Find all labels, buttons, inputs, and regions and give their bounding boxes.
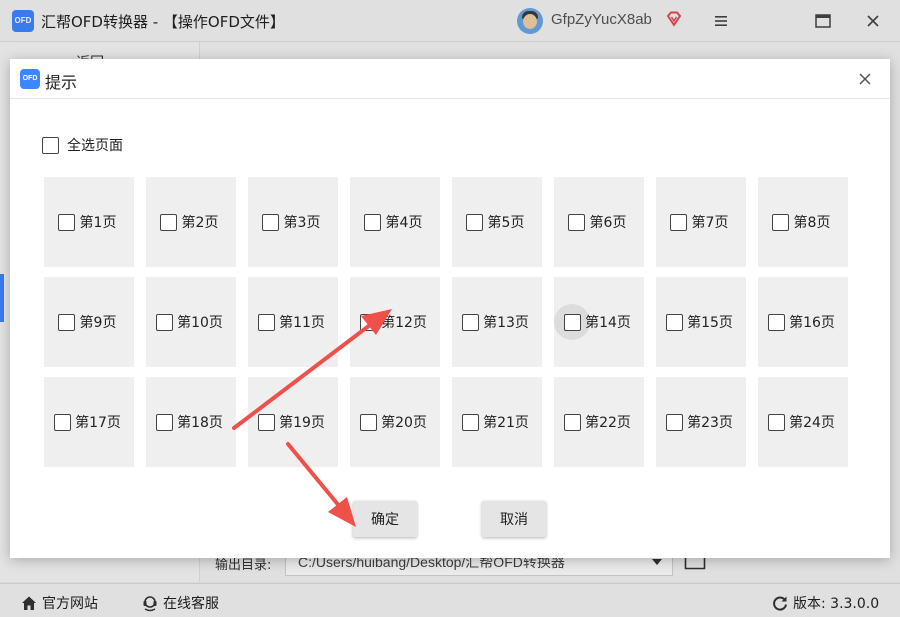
page-checkbox-2[interactable]: 第2页 [146, 177, 236, 267]
page-checkbox-box[interactable] [359, 313, 377, 331]
page-checkbox-box[interactable] [466, 213, 484, 231]
page-checkbox-box[interactable] [58, 213, 76, 231]
page-checkbox-18[interactable]: 第18页 [146, 377, 236, 467]
cancel-button[interactable]: 取消 [482, 501, 546, 537]
page-checkbox-label: 第17页 [75, 415, 121, 431]
page-select-dialog: OFD 提示 全选页面 第1页 第2页 第3页 第4页 第5页 第6页 第7页 第8页 第9页第… [10, 59, 890, 558]
page-checkbox-box[interactable] [364, 213, 382, 231]
page-checkbox-label: 第19页 [279, 415, 325, 431]
page-checkbox-23[interactable]: 第23页 [656, 377, 746, 467]
page-checkbox-11[interactable]: 第11页 [248, 277, 338, 367]
page-checkbox-label: 第10页 [177, 315, 223, 331]
select-all-checkbox[interactable]: 全选页面 [42, 135, 123, 155]
page-checkbox-label: 第2页 [181, 215, 219, 231]
page-checkbox-21[interactable]: 第21页 [452, 377, 542, 467]
page-checkbox-box[interactable] [665, 313, 683, 331]
page-checkbox-label: 第5页 [487, 215, 525, 231]
page-checkbox-13[interactable]: 第13页 [452, 277, 542, 367]
page-checkbox-box[interactable] [767, 413, 785, 431]
page-checkbox-label: 第6页 [589, 215, 627, 231]
page-checkbox-label: 第7页 [691, 215, 729, 231]
page-checkbox-label: 第3页 [283, 215, 321, 231]
page-checkbox-label: 第11页 [279, 315, 325, 331]
page-checkbox-5[interactable]: 第5页 [452, 177, 542, 267]
page-checkbox-9[interactable]: 第9页 [44, 277, 134, 367]
page-checkbox-label: 第4页 [385, 215, 423, 231]
page-checkbox-box[interactable] [767, 313, 785, 331]
page-checkbox-label: 第23页 [687, 415, 733, 431]
dialog-logo: OFD [20, 69, 40, 89]
page-checkbox-12[interactable]: 第12页 [350, 277, 440, 367]
page-checkbox-16[interactable]: 第16页 [758, 277, 848, 367]
page-checkbox-1[interactable]: 第1页 [44, 177, 134, 267]
page-checkbox-22[interactable]: 第22页 [554, 377, 644, 467]
page-checkbox-box[interactable] [359, 413, 377, 431]
page-checkbox-7[interactable]: 第7页 [656, 177, 746, 267]
page-checkbox-box[interactable] [262, 213, 280, 231]
page-checkbox-box[interactable] [772, 213, 790, 231]
page-checkbox-box[interactable] [155, 313, 173, 331]
page-checkbox-14[interactable]: 第14页 [554, 277, 644, 367]
page-checkbox-label: 第20页 [381, 415, 427, 431]
page-checkbox-label: 第8页 [793, 215, 831, 231]
page-checkbox-box[interactable] [670, 213, 688, 231]
page-checkbox-10[interactable]: 第10页 [146, 277, 236, 367]
page-checkbox-box[interactable] [53, 413, 71, 431]
page-checkbox-box[interactable] [58, 313, 76, 331]
page-checkbox-box[interactable] [568, 213, 586, 231]
page-grid: 第1页 第2页 第3页 第4页 第5页 第6页 第7页 第8页 第9页 第10页 第11页 第12页第… [44, 177, 850, 467]
page-checkbox-box[interactable] [461, 313, 479, 331]
page-checkbox-label: 第14页 [585, 315, 631, 331]
page-checkbox-24[interactable]: 第24页 [758, 377, 848, 467]
select-all-box[interactable] [42, 136, 59, 154]
page-checkbox-3[interactable]: 第3页 [248, 177, 338, 267]
page-checkbox-label: 第13页 [483, 315, 529, 331]
page-checkbox-label: 第9页 [79, 315, 117, 331]
page-checkbox-box[interactable] [155, 413, 173, 431]
page-checkbox-label: 第18页 [177, 415, 223, 431]
ok-button[interactable]: 确定 [353, 501, 417, 537]
page-checkbox-box[interactable] [665, 413, 683, 431]
page-checkbox-label: 第1页 [79, 215, 117, 231]
dialog-title: 提示 [45, 73, 78, 92]
page-checkbox-label: 第16页 [789, 315, 835, 331]
page-checkbox-label: 第15页 [687, 315, 733, 331]
select-all-label: 全选页面 [67, 138, 123, 154]
page-checkbox-label: 第22页 [585, 415, 631, 431]
dialog-close-icon[interactable] [856, 70, 874, 88]
page-checkbox-box[interactable] [461, 413, 479, 431]
page-checkbox-8[interactable]: 第8页 [758, 177, 848, 267]
page-checkbox-box[interactable] [563, 313, 581, 331]
page-checkbox-20[interactable]: 第20页 [350, 377, 440, 467]
page-checkbox-box[interactable] [257, 413, 275, 431]
page-checkbox-17[interactable]: 第17页 [44, 377, 134, 467]
page-checkbox-15[interactable]: 第15页 [656, 277, 746, 367]
dialog-header: OFD 提示 [10, 59, 890, 99]
page-checkbox-box[interactable] [257, 313, 275, 331]
page-checkbox-4[interactable]: 第4页 [350, 177, 440, 267]
page-checkbox-label: 第24页 [789, 415, 835, 431]
page-checkbox-label: 第21页 [483, 415, 529, 431]
page-checkbox-label: 第12页 [381, 315, 427, 331]
page-checkbox-6[interactable]: 第6页 [554, 177, 644, 267]
page-checkbox-box[interactable] [563, 413, 581, 431]
page-checkbox-19[interactable]: 第19页 [248, 377, 338, 467]
page-checkbox-box[interactable] [160, 213, 178, 231]
